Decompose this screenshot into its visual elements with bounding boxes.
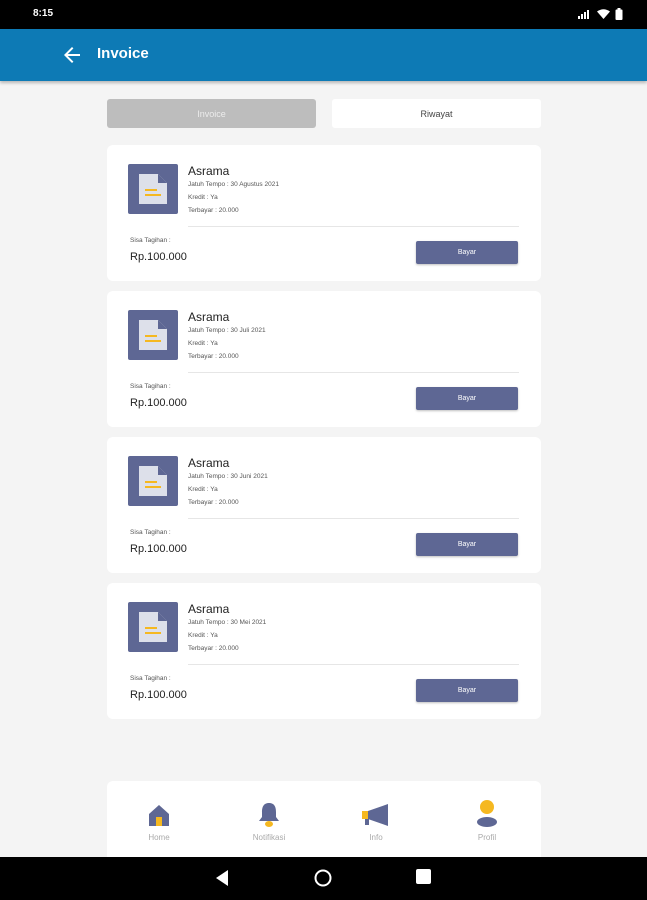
divider (188, 518, 519, 519)
pay-button[interactable]: Bayar (416, 387, 518, 410)
nav-profil[interactable]: Profil (447, 799, 527, 842)
tab-bar: Invoice Riwayat (107, 99, 541, 128)
page-title: Invoice (97, 45, 149, 62)
app-bar: Invoice (0, 29, 647, 81)
invoice-credit: Kredit : Ya (188, 340, 218, 347)
bottom-navigation: Home Notifikasi Info Profil (107, 781, 541, 857)
document-icon (128, 602, 178, 652)
invoice-paid: Terbayar : 20.000 (188, 645, 239, 652)
document-icon (128, 456, 178, 506)
remaining-label: Sisa Tagihan : (130, 383, 171, 390)
signal-icon (578, 10, 589, 19)
invoice-name: Asrama (188, 456, 230, 470)
remaining-amount: Rp.100.000 (130, 251, 187, 263)
invoice-due-date: Jatuh Tempo : 30 Mei 2021 (188, 619, 267, 626)
remaining-amount: Rp.100.000 (130, 689, 187, 701)
invoice-paid: Terbayar : 20.000 (188, 353, 239, 360)
wifi-icon (597, 9, 610, 19)
pay-button[interactable]: Bayar (416, 533, 518, 556)
invoice-paid: Terbayar : 20.000 (188, 207, 239, 214)
document-icon (128, 310, 178, 360)
pay-button[interactable]: Bayar (416, 241, 518, 264)
invoice-card: Asrama Jatuh Tempo : 30 Mei 2021 Kredit … (107, 583, 541, 719)
remaining-amount: Rp.100.000 (130, 543, 187, 555)
remaining-amount: Rp.100.000 (130, 397, 187, 409)
invoice-credit: Kredit : Ya (188, 632, 218, 639)
document-icon (128, 164, 178, 214)
home-icon (149, 805, 169, 826)
remaining-label: Sisa Tagihan : (130, 675, 171, 682)
pay-button[interactable]: Bayar (416, 679, 518, 702)
tab-riwayat[interactable]: Riwayat (332, 99, 541, 128)
invoice-due-date: Jatuh Tempo : 30 Juli 2021 (188, 327, 266, 334)
nav-profil-label: Profil (477, 833, 497, 842)
invoice-name: Asrama (188, 164, 230, 178)
invoice-paid: Terbayar : 20.000 (188, 499, 239, 506)
bell-icon (259, 803, 279, 827)
divider (188, 226, 519, 227)
nav-notifikasi[interactable]: Notifikasi (229, 799, 309, 842)
tab-invoice[interactable]: Invoice (107, 99, 316, 128)
divider (188, 664, 519, 665)
system-recents-icon[interactable] (416, 869, 431, 884)
divider (188, 372, 519, 373)
battery-icon (615, 8, 623, 20)
invoice-card: Asrama Jatuh Tempo : 30 Agustus 2021 Kre… (107, 145, 541, 281)
nav-notifikasi-label: Notifikasi (252, 833, 286, 842)
status-bar: 8:15 (0, 0, 647, 29)
invoice-credit: Kredit : Ya (188, 486, 218, 493)
megaphone-icon (362, 804, 388, 826)
system-home-icon[interactable] (314, 869, 332, 887)
nav-home[interactable]: Home (119, 799, 199, 842)
invoice-due-date: Jatuh Tempo : 30 Agustus 2021 (188, 181, 279, 188)
invoice-card: Asrama Jatuh Tempo : 30 Juli 2021 Kredit… (107, 291, 541, 427)
invoice-card: Asrama Jatuh Tempo : 30 Juni 2021 Kredit… (107, 437, 541, 573)
remaining-label: Sisa Tagihan : (130, 237, 171, 244)
status-icons (578, 8, 623, 20)
nav-info-label: Info (369, 833, 383, 842)
user-icon (477, 800, 497, 827)
nav-home-label: Home (148, 833, 170, 842)
system-back-icon[interactable] (215, 869, 229, 887)
invoice-credit: Kredit : Ya (188, 194, 218, 201)
remaining-label: Sisa Tagihan : (130, 529, 171, 536)
invoice-name: Asrama (188, 602, 230, 616)
back-arrow-icon[interactable] (60, 43, 84, 67)
invoice-name: Asrama (188, 310, 230, 324)
status-time: 8:15 (33, 8, 54, 19)
nav-info[interactable]: Info (336, 799, 416, 842)
invoice-due-date: Jatuh Tempo : 30 Juni 2021 (188, 473, 268, 480)
system-navigation-bar (0, 857, 647, 900)
